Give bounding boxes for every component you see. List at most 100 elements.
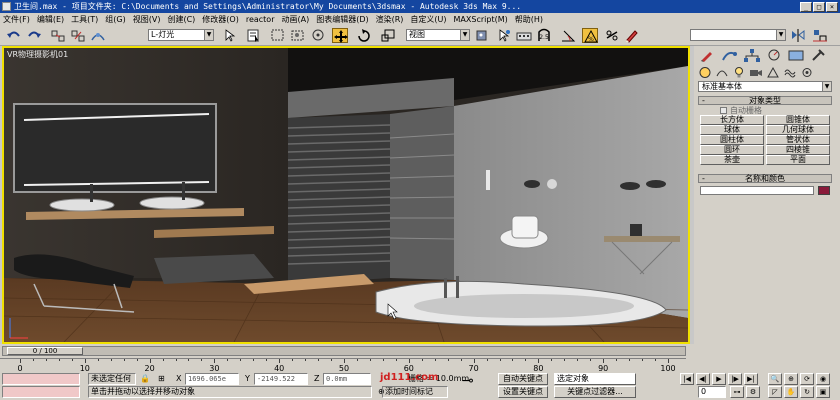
- named-selection-dropdown[interactable]: ▼: [690, 29, 786, 41]
- create-tab-icon[interactable]: [698, 48, 718, 63]
- menu-create[interactable]: 创建(C): [167, 14, 195, 25]
- snap-toggle-icon[interactable]: 2.5: [536, 28, 552, 43]
- paint-selection-icon[interactable]: [310, 28, 326, 43]
- object-color-swatch[interactable]: [818, 186, 830, 195]
- torus-button[interactable]: 圆环: [700, 145, 764, 155]
- menu-file[interactable]: 文件(F): [3, 14, 30, 25]
- lights-icon[interactable]: [732, 66, 746, 79]
- menu-tools[interactable]: 工具(T): [71, 14, 98, 25]
- minimize-button[interactable]: _: [800, 1, 812, 12]
- menu-group[interactable]: 组(G): [105, 14, 125, 25]
- previous-frame-icon[interactable]: ◀|: [696, 373, 710, 385]
- menu-maxscript[interactable]: MAXScript(M): [454, 15, 508, 24]
- menu-help[interactable]: 帮助(H): [515, 14, 543, 25]
- unlink-icon[interactable]: [70, 28, 86, 43]
- zoom-icon[interactable]: 🔍: [768, 373, 782, 385]
- helpers-icon[interactable]: [766, 66, 780, 79]
- cameras-icon[interactable]: [749, 66, 763, 79]
- current-frame-field[interactable]: 0: [698, 386, 726, 398]
- select-and-rotate-icon[interactable]: [356, 28, 372, 43]
- set-key-button[interactable]: 设置关键点: [498, 386, 548, 398]
- dolly-icon[interactable]: ◉: [816, 373, 830, 385]
- plane-button[interactable]: 平面: [766, 155, 830, 165]
- key-icon[interactable]: ⊸: [462, 374, 474, 388]
- key-filters-button[interactable]: 关键点过滤器...: [554, 386, 636, 398]
- systems-icon[interactable]: [800, 66, 814, 79]
- zoom-all-icon[interactable]: ⊕: [784, 373, 798, 385]
- go-to-start-icon[interactable]: |◀: [680, 373, 694, 385]
- next-frame-icon[interactable]: |▶: [728, 373, 742, 385]
- key-mode-toggle-icon[interactable]: ⊶: [730, 386, 744, 398]
- select-and-manipulate-icon[interactable]: [496, 28, 512, 43]
- object-name-input[interactable]: [700, 186, 814, 195]
- align-icon[interactable]: [812, 28, 828, 43]
- menu-customize[interactable]: 自定义(U): [410, 14, 446, 25]
- lock-selection-icon[interactable]: 🔒: [140, 373, 150, 384]
- maximize-viewport-icon[interactable]: ▣: [816, 386, 830, 398]
- z-coordinate-field[interactable]: 0.0mm: [323, 373, 371, 385]
- roll-icon[interactable]: ↻: [800, 386, 814, 398]
- percent-snap-icon[interactable]: %: [582, 28, 598, 43]
- absolute-mode-icon[interactable]: ⊞: [158, 373, 165, 384]
- maximize-button[interactable]: □: [813, 1, 825, 12]
- pyramid-button[interactable]: 四棱锥: [766, 145, 830, 155]
- time-slider[interactable]: 0 / 100: [2, 346, 686, 356]
- pan-icon[interactable]: ✋: [784, 386, 798, 398]
- field-of-view-icon[interactable]: ◸: [768, 386, 782, 398]
- utilities-tab-icon[interactable]: [808, 48, 828, 63]
- keyboard-shortcut-override-icon[interactable]: [516, 28, 532, 43]
- y-coordinate-field[interactable]: -2149.522: [254, 373, 308, 385]
- teapot-button[interactable]: 茶壶: [700, 155, 764, 165]
- select-object-icon[interactable]: [222, 28, 238, 43]
- selection-filter-dropdown[interactable]: L-灯光 ▼: [148, 29, 214, 41]
- menu-modifiers[interactable]: 修改器(O): [202, 14, 239, 25]
- app-icon[interactable]: [2, 2, 11, 11]
- time-configuration-icon[interactable]: ⚙: [746, 386, 760, 398]
- autogrid-checkbox[interactable]: [720, 107, 727, 114]
- track-bar[interactable]: 0 10 20 30 40 50 60 70 80 90 100: [0, 358, 840, 373]
- pivot-point-icon[interactable]: [474, 28, 490, 43]
- menu-animation[interactable]: 动画(A): [281, 14, 309, 25]
- reference-coordinate-dropdown[interactable]: 视图 ▼: [406, 29, 470, 41]
- bind-space-warp-icon[interactable]: [90, 28, 106, 43]
- time-slider-knob[interactable]: 0 / 100: [7, 347, 83, 355]
- sphere-button[interactable]: 球体: [700, 125, 764, 135]
- display-tab-icon[interactable]: [786, 48, 806, 63]
- spinner-snap-icon[interactable]: [604, 28, 620, 43]
- add-time-tag[interactable]: 添加时间标记: [382, 386, 448, 398]
- menu-edit[interactable]: 编辑(E): [37, 14, 64, 25]
- menu-rendering[interactable]: 渲染(R): [376, 14, 404, 25]
- tube-button[interactable]: 管状体: [766, 135, 830, 145]
- play-icon[interactable]: ▶: [712, 373, 726, 385]
- box-button[interactable]: 长方体: [700, 115, 764, 125]
- geosphere-button[interactable]: 几何球体: [766, 125, 830, 135]
- menu-reactor[interactable]: reactor: [246, 15, 275, 24]
- angle-snap-icon[interactable]: [560, 28, 576, 43]
- key-mode-dropdown[interactable]: 选定对象: [554, 373, 636, 385]
- menu-views[interactable]: 视图(V): [133, 14, 161, 25]
- menu-graph-editors[interactable]: 图表编辑器(D): [316, 14, 368, 25]
- go-to-end-icon[interactable]: ▶|: [744, 373, 758, 385]
- motion-tab-icon[interactable]: [764, 48, 784, 63]
- hierarchy-tab-icon[interactable]: [742, 48, 762, 63]
- orbit-icon[interactable]: ⟳: [800, 373, 814, 385]
- object-category-dropdown[interactable]: 标准基本体 ▼: [698, 81, 832, 92]
- maxscript-output[interactable]: [2, 386, 80, 398]
- mirror-icon[interactable]: [790, 28, 806, 43]
- edit-named-selection-icon[interactable]: [624, 28, 640, 43]
- shapes-icon[interactable]: [715, 66, 729, 79]
- select-and-link-icon[interactable]: [50, 28, 66, 43]
- window-crossing-icon[interactable]: [290, 28, 306, 43]
- select-and-move-icon[interactable]: [332, 28, 348, 43]
- cone-button[interactable]: 圆锥体: [766, 115, 830, 125]
- object-type-rollout-header[interactable]: - 对象类型: [698, 96, 832, 105]
- select-by-name-icon[interactable]: [246, 28, 262, 43]
- space-warps-icon[interactable]: [783, 66, 797, 79]
- redo-icon[interactable]: [26, 28, 42, 43]
- geometry-icon[interactable]: [698, 66, 712, 79]
- cylinder-button[interactable]: 圆柱体: [700, 135, 764, 145]
- rectangular-selection-icon[interactable]: [270, 28, 286, 43]
- select-and-scale-icon[interactable]: [380, 28, 396, 43]
- camera-viewport[interactable]: VR物理摄影机01: [2, 46, 690, 344]
- modify-tab-icon[interactable]: [720, 48, 740, 63]
